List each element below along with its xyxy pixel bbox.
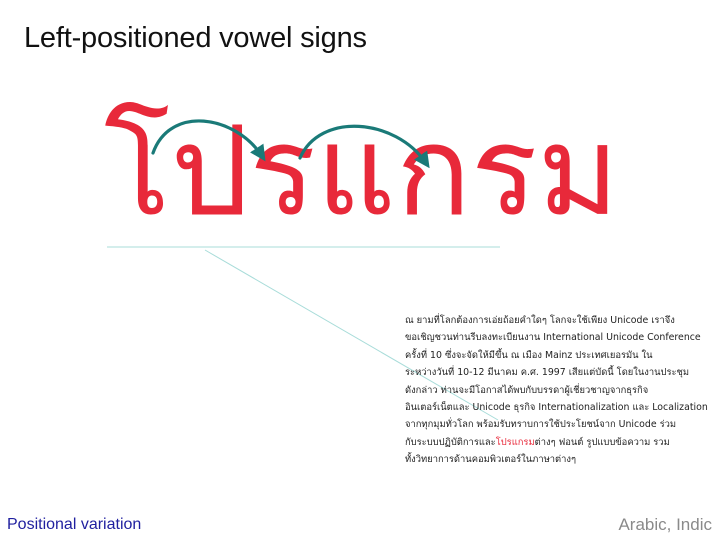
paragraph-line: ครั้งที่ 10 ซึ่งจะจัดให้มีขึ้น ณ เมือง M… <box>405 349 653 361</box>
paragraph-line: จากทุกมุมทั่วโลก พร้อมรับทราบการใช้ประโย… <box>405 419 677 431</box>
slide-title: Left-positioned vowel signs <box>24 22 367 54</box>
paragraph-line: ขอเชิญชวนท่านรีบลงทะเบียนงาน Internation… <box>405 332 701 344</box>
thai-word-large: โปรแกรม <box>104 100 620 244</box>
thai-paragraph: ณ ยามที่โลกต้องการเอ่ยถ้อยคำใดๆ โลกจะใช้… <box>405 312 708 469</box>
slide: Left-positioned vowel signs โปรแกรม ณ ยา… <box>0 0 720 540</box>
highlighted-word: โปรแกรม <box>495 436 535 448</box>
paragraph-line: กับระบบปฏิบัติการและโปรแกรมต่างๆ ฟอนต์ ร… <box>405 436 670 448</box>
paragraph-line: ดังกล่าว ท่านจะมีโอกาสได้พบกับบรรดาผู้เช… <box>405 384 649 396</box>
paragraph-line: ระหว่างวันที่ 10-12 มีนาคม ค.ศ. 1997 เสี… <box>405 367 690 379</box>
paragraph-line: อินเตอร์เน็ตและ Unicode ธุรกิจ Internati… <box>405 402 708 414</box>
footer-left-label: Positional variation <box>7 516 142 533</box>
footer-right-label: Arabic, Indic <box>618 515 712 534</box>
paragraph-line: ณ ยามที่โลกต้องการเอ่ยถ้อยคำใดๆ โลกจะใช้… <box>405 315 675 326</box>
paragraph-line: ทั้งวิทยาการด้านคอมพิวเตอร์ในภาษาต่างๆ <box>405 454 577 466</box>
